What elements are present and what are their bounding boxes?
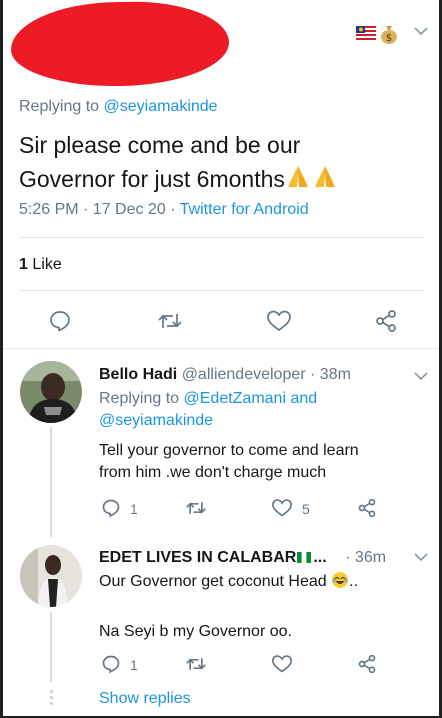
show-replies-link[interactable]: Show replies [99, 690, 191, 708]
replying-handle-link[interactable]: @seyiamakinde [104, 98, 218, 115]
reply-count: 1 [130, 501, 138, 517]
replying-label: Replying to [19, 98, 100, 115]
reply-time: · 36m [345, 549, 387, 566]
replying-to: Replying to @EdetZamani and [99, 388, 317, 410]
retweet-icon[interactable] [157, 309, 183, 333]
tweet-detail-screen: $ Replying to @seyiamakinde Sir please c… [3, 0, 439, 716]
reply-icon[interactable] [101, 498, 121, 518]
divider [19, 290, 423, 291]
laughing-emoji-icon [332, 572, 349, 588]
reply-text-suffix: .. [349, 573, 359, 590]
author-name: EDET LIVES IN CALABAR [99, 549, 297, 566]
praying-hands-icon [285, 164, 339, 190]
tweet-text-line: Governor for just 6months [19, 162, 423, 196]
likes-label: Like [32, 256, 62, 273]
replying-handle-link[interactable]: @EdetZamani and [184, 390, 318, 407]
svg-text:$: $ [386, 33, 392, 44]
replying-to-cont: @seyiamakinde [99, 410, 213, 432]
tweet-timestamp: 5:26 PM · 17 Dec 20 · [19, 201, 180, 218]
reply-text-line: Na Seyi b my Governor oo. [99, 623, 292, 640]
like-icon[interactable] [271, 498, 293, 518]
like-count: 5 [302, 501, 310, 517]
author-name: Bello Hadi [99, 366, 178, 383]
money-bag-icon: $ [381, 26, 397, 44]
tweet-text: Sir please come and be our Governor for … [19, 128, 423, 196]
reply-icon[interactable] [101, 654, 121, 674]
retweet-icon[interactable] [185, 654, 207, 674]
replying-label: Replying to [99, 390, 180, 407]
like-icon[interactable] [271, 654, 293, 674]
tweet-meta: 5:26 PM · 17 Dec 20 · Twitter for Androi… [19, 201, 309, 219]
tweet-text-line: Sir please come and be our [19, 132, 301, 158]
share-icon[interactable] [357, 654, 377, 674]
thread-line [50, 612, 52, 682]
tweet-source-link[interactable]: Twitter for Android [180, 201, 309, 218]
reply-author[interactable]: Bello Hadi @alliendeveloper · 38m [99, 366, 351, 384]
chevron-down-icon[interactable] [414, 371, 428, 381]
divider [3, 348, 439, 349]
reply-time: · 38m [310, 366, 351, 383]
reply-author[interactable]: EDET LIVES IN CALABAR ... · 36m [99, 549, 386, 567]
chevron-down-icon[interactable] [414, 26, 428, 36]
reply-text: Our Governor get coconut Head [99, 573, 327, 590]
like-icon[interactable] [266, 309, 292, 333]
reply-text-line: Our Governor get coconut Head .. [99, 571, 358, 593]
divider [19, 237, 423, 238]
share-icon[interactable] [374, 309, 398, 333]
thread-dots [50, 690, 53, 710]
reply-text-line: from him .we don't charge much [99, 464, 327, 481]
reply-icon[interactable] [48, 309, 72, 333]
chevron-down-icon[interactable] [414, 552, 428, 562]
reply-count: 1 [130, 657, 138, 673]
nigeria-flag-icon [297, 552, 312, 563]
redacted-user-header [10, 0, 230, 88]
likes-summary[interactable]: 1 Like [19, 256, 62, 274]
reply-text-line: Tell your governor to come and learn [99, 442, 359, 459]
author-name-suffix: ... [313, 549, 327, 566]
author-handle: @alliendeveloper [181, 366, 306, 383]
share-icon[interactable] [357, 498, 377, 518]
retweet-icon[interactable] [185, 498, 207, 518]
replying-handle-link[interactable]: @seyiamakinde [99, 412, 213, 429]
avatar[interactable] [20, 545, 82, 607]
avatar[interactable] [20, 361, 82, 423]
tweet-text-line-2: Governor for just 6months [19, 166, 285, 192]
likes-count: 1 [19, 256, 28, 273]
flag-icon [356, 26, 376, 40]
thread-line [50, 427, 52, 537]
replying-to: Replying to @seyiamakinde [19, 98, 218, 116]
